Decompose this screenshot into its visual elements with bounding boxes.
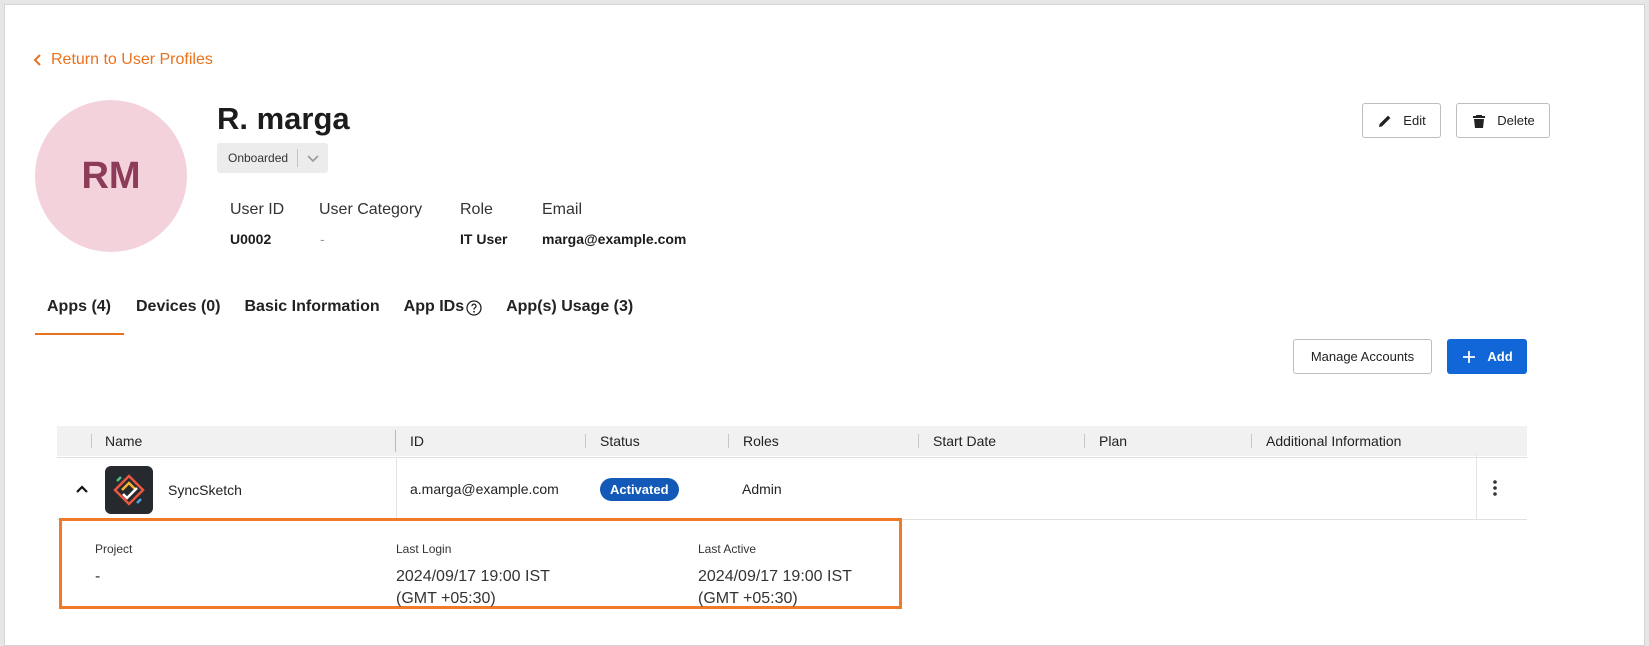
role-label: Role (460, 201, 493, 218)
chevron-down-icon (298, 153, 328, 163)
trash-icon (1473, 114, 1486, 128)
app-role: Admin (742, 481, 782, 497)
user-category-label: User Category (319, 201, 423, 218)
project-label: Project (95, 542, 133, 556)
column-divider (728, 434, 729, 448)
tab-bar: Apps (4) Devices (0) Basic Information A… (35, 287, 645, 335)
plus-icon (1463, 350, 1476, 363)
role-value: IT User (460, 231, 508, 247)
user-profile-page: Return to User Profiles RM R. marga Onbo… (4, 4, 1645, 646)
more-vertical-icon (1493, 480, 1497, 496)
add-button[interactable]: Add (1447, 339, 1527, 374)
manage-accounts-button[interactable]: Manage Accounts (1293, 339, 1432, 374)
last-active-value: 2024/09/17 19:00 IST (GMT +05:30) (698, 568, 852, 607)
return-to-user-profiles-link[interactable]: Return to User Profiles (33, 51, 213, 69)
row-divider (57, 457, 1527, 458)
edit-button[interactable]: Edit (1362, 103, 1441, 138)
tab-apps-usage-label: App(s) Usage (3) (506, 298, 634, 315)
manage-accounts-label: Manage Accounts (1310, 349, 1415, 364)
column-divider (1476, 453, 1477, 520)
column-divider (1251, 434, 1252, 448)
tab-app-ids[interactable]: App IDs (392, 287, 494, 335)
user-id-label: User ID (230, 201, 285, 218)
expanded-row-details: Project - Last Login 2024/09/17 19:00 IS… (59, 518, 902, 609)
app-account-id: a.marga@example.com (410, 481, 559, 497)
project-value: - (95, 568, 101, 585)
avatar: RM (35, 100, 187, 252)
status-badge: Activated (600, 478, 679, 501)
collapse-row-button[interactable] (75, 481, 89, 499)
delete-button[interactable]: Delete (1456, 103, 1550, 138)
last-active-label: Last Active (698, 542, 757, 556)
last-login-label: Last Login (396, 542, 452, 556)
add-button-label: Add (1487, 349, 1513, 364)
column-header-start-date[interactable]: Start Date (933, 433, 996, 449)
column-header-id[interactable]: ID (410, 433, 424, 449)
email-label: Email (542, 201, 583, 218)
avatar-initials: RM (81, 154, 141, 197)
status-select-value: Onboarded (228, 151, 289, 165)
tab-devices[interactable]: Devices (0) (124, 287, 233, 335)
back-link-label: Return to User Profiles (51, 51, 213, 68)
status-select[interactable]: Onboarded (217, 143, 328, 173)
edit-button-label: Edit (1403, 113, 1426, 128)
column-divider (585, 434, 586, 448)
row-actions-button[interactable] (1491, 479, 1499, 502)
tab-app-ids-label: App IDs (403, 298, 465, 315)
column-header-roles[interactable]: Roles (743, 433, 779, 449)
column-divider (918, 434, 919, 448)
column-resize-handle[interactable] (395, 430, 396, 452)
email-value: marga@example.com (542, 231, 687, 247)
delete-button-label: Delete (1497, 113, 1535, 128)
chevron-left-icon (33, 54, 41, 66)
column-divider (91, 434, 92, 448)
user-category-value: - (320, 231, 325, 247)
app-name[interactable]: SyncSketch (168, 482, 242, 498)
column-divider (396, 457, 397, 520)
question-circle-icon[interactable] (466, 300, 482, 316)
tab-basic-information[interactable]: Basic Information (233, 287, 392, 335)
column-header-plan[interactable]: Plan (1099, 433, 1127, 449)
column-header-status[interactable]: Status (600, 433, 640, 449)
syncsketch-logo-icon (105, 466, 153, 514)
last-login-value: 2024/09/17 19:00 IST (GMT +05:30) (396, 568, 550, 607)
table-header: Name ID Status Roles Start Date Plan Add… (57, 426, 1527, 456)
tab-apps[interactable]: Apps (4) (35, 287, 124, 335)
tab-apps-label: Apps (4) (47, 298, 111, 315)
tab-basic-information-label: Basic Information (244, 298, 380, 315)
tab-apps-usage[interactable]: App(s) Usage (3) (494, 287, 645, 335)
user-name: R. marga (217, 101, 350, 136)
column-header-additional-information[interactable]: Additional Information (1266, 433, 1401, 449)
column-header-name[interactable]: Name (105, 433, 142, 449)
user-id-value: U0002 (230, 231, 272, 247)
column-divider (1084, 434, 1085, 448)
tab-devices-label: Devices (0) (136, 298, 221, 315)
pencil-icon (1379, 115, 1391, 127)
chevron-up-icon (76, 485, 88, 493)
